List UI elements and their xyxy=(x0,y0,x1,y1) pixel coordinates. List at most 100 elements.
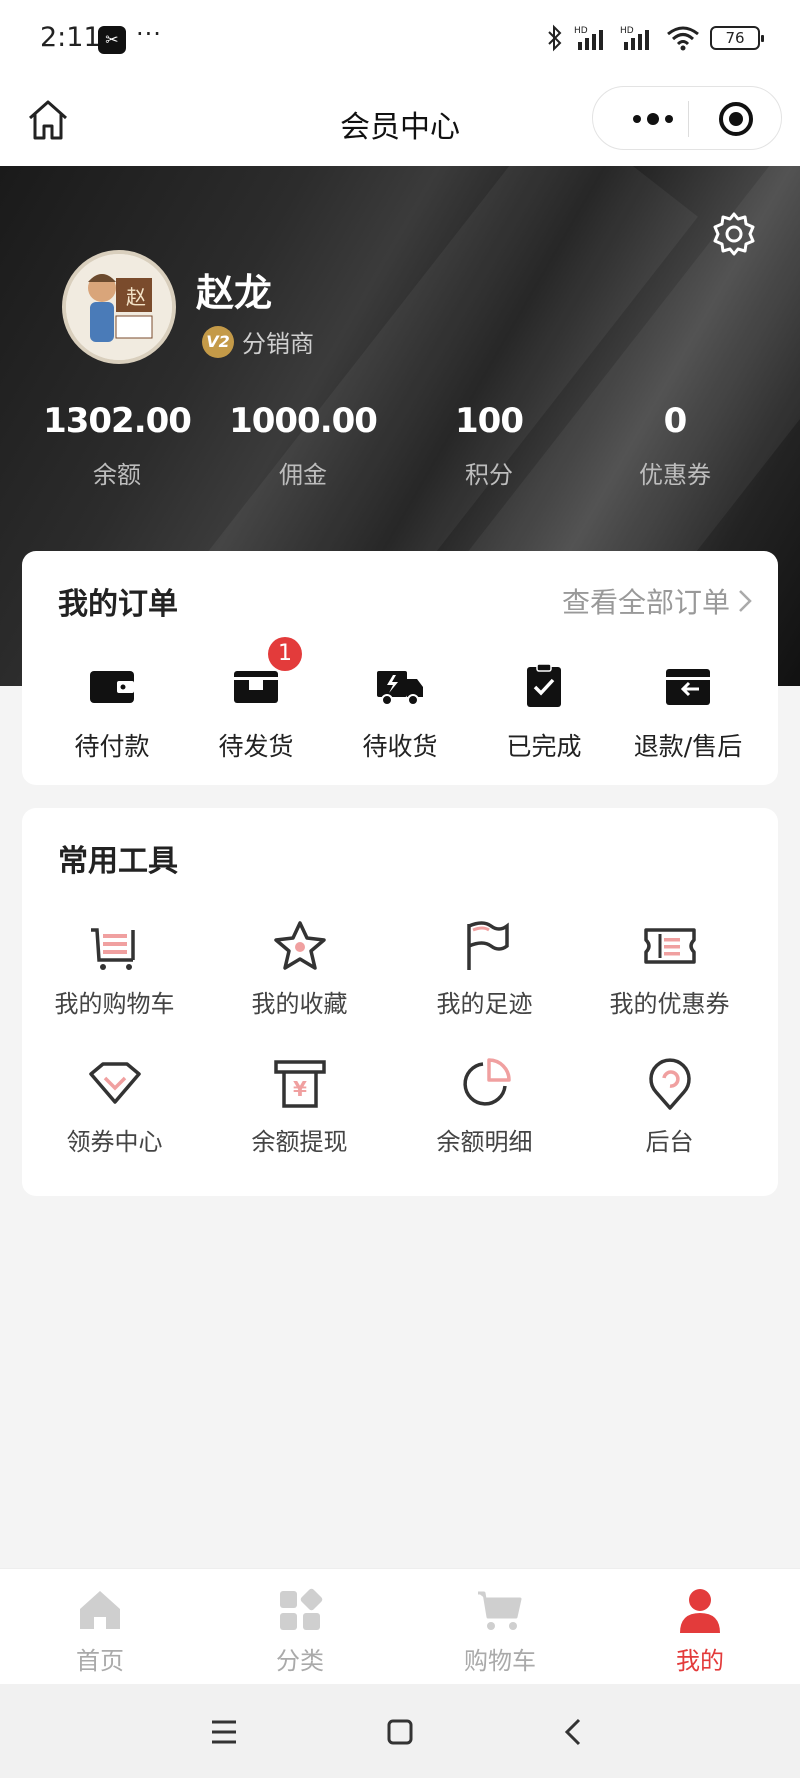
chevron-right-icon xyxy=(739,590,752,612)
status-bar: 2:11 ✂ ··· HD HD 76 xyxy=(0,0,800,80)
stat-points[interactable]: 100 积分 xyxy=(396,401,582,490)
signal-icon-2: HD xyxy=(620,26,649,50)
member-level: V2 分销商 xyxy=(202,324,314,359)
tool-admin[interactable]: 后台 xyxy=(577,1056,762,1194)
stat-value: 0 xyxy=(663,401,688,441)
more-icon[interactable] xyxy=(623,105,683,133)
stat-value: 1000.00 xyxy=(229,401,378,441)
order-refund[interactable]: 退款/售后 xyxy=(616,663,760,763)
stat-label: 优惠券 xyxy=(639,461,711,489)
tool-footprints[interactable]: 我的足迹 xyxy=(392,918,577,1056)
order-label: 待付款 xyxy=(74,732,150,761)
tool-favorites[interactable]: 我的收藏 xyxy=(207,918,392,1056)
flag-icon xyxy=(466,921,509,970)
clipboard-check-icon xyxy=(527,663,561,707)
signal-icon: HD xyxy=(574,26,603,50)
avatar-image: 赵 xyxy=(66,254,172,360)
pie-icon xyxy=(462,1058,511,1106)
tool-coupons[interactable]: 我的优惠券 xyxy=(577,918,762,1056)
avatar-letter: 赵 xyxy=(126,285,146,309)
tab-home[interactable]: 首页 xyxy=(0,1569,200,1684)
tool-label: 余额明细 xyxy=(436,1128,533,1156)
box-icon xyxy=(234,671,278,703)
tab-label: 我的 xyxy=(676,1647,724,1675)
order-completed[interactable]: 已完成 xyxy=(472,663,616,763)
tab-label: 分类 xyxy=(276,1647,324,1675)
wallet-icon xyxy=(90,671,134,703)
tool-label: 领券中心 xyxy=(66,1128,163,1156)
capcut-icon: ✂ xyxy=(98,26,126,54)
order-pending-payment[interactable]: 待付款 xyxy=(40,663,184,763)
tool-label: 我的收藏 xyxy=(251,990,348,1018)
view-all-orders-link[interactable]: 查看全部订单 xyxy=(562,581,752,621)
orders-title: 我的订单 xyxy=(58,587,178,622)
view-all-label: 查看全部订单 xyxy=(561,586,730,619)
wifi-icon xyxy=(667,26,699,51)
tab-category[interactable]: 分类 xyxy=(200,1569,400,1684)
stat-value: 1302.00 xyxy=(43,401,192,441)
home-square-icon[interactable] xyxy=(380,1712,420,1752)
order-label: 退款/售后 xyxy=(633,732,743,761)
tool-label: 我的足迹 xyxy=(436,990,533,1018)
star-icon xyxy=(273,921,326,970)
tab-profile[interactable]: 我的 xyxy=(600,1569,800,1684)
order-pending-receipt[interactable]: 待收货 xyxy=(328,663,472,763)
order-status-row: 待付款 1 待发货 待收货 已完成 退款/售后 xyxy=(22,637,778,763)
stat-label: 佣金 xyxy=(279,461,327,489)
stat-value: 100 xyxy=(455,401,524,441)
home-icon xyxy=(80,1591,120,1629)
order-pending-shipment[interactable]: 1 待发货 xyxy=(184,637,328,763)
status-time: 2:11 xyxy=(40,22,101,53)
battery-icon: 76 xyxy=(710,26,764,50)
diamond-icon xyxy=(88,1062,141,1104)
user-name: 赵龙 xyxy=(196,271,273,315)
tool-cart[interactable]: 我的购物车 xyxy=(22,918,207,1056)
svg-text:HD: HD xyxy=(574,26,588,36)
tab-label: 购物车 xyxy=(464,1647,536,1675)
cart-icon xyxy=(90,928,135,970)
category-icon xyxy=(280,1588,323,1630)
tab-label: 首页 xyxy=(76,1647,124,1675)
orders-card: 我的订单 查看全部订单 待付款 1 待发货 待收货 已完成 退款/售后 xyxy=(22,551,778,785)
capsule-divider xyxy=(688,101,689,137)
atm-icon: ¥ xyxy=(273,1060,326,1108)
tool-label: 我的优惠券 xyxy=(609,990,730,1018)
member-role: 分销商 xyxy=(242,330,314,358)
back-icon[interactable] xyxy=(554,1712,594,1752)
target-icon[interactable] xyxy=(717,100,755,138)
user-icon xyxy=(680,1589,720,1633)
stat-label: 积分 xyxy=(465,461,513,489)
stat-commission[interactable]: 1000.00 佣金 xyxy=(210,401,396,490)
order-label: 已完成 xyxy=(506,732,582,761)
tab-cart[interactable]: 购物车 xyxy=(400,1569,600,1684)
svg-text:HD: HD xyxy=(620,26,634,36)
order-label: 待收货 xyxy=(362,732,438,761)
stat-label: 余额 xyxy=(93,461,141,489)
tool-label: 后台 xyxy=(645,1128,694,1156)
order-label: 待发货 xyxy=(218,732,294,761)
stat-balance[interactable]: 1302.00 余额 xyxy=(24,401,210,490)
system-nav-bar xyxy=(0,1684,800,1778)
tool-coupon-center[interactable]: 领券中心 xyxy=(22,1056,207,1194)
tool-withdraw[interactable]: ¥ 余额提现 xyxy=(207,1056,392,1194)
nav-bar: 会员中心 xyxy=(0,80,800,166)
order-count-badge: 1 xyxy=(268,637,302,671)
tool-label: 余额提现 xyxy=(251,1128,348,1156)
mini-program-capsule xyxy=(592,86,782,150)
tool-balance-detail[interactable]: 余额明细 xyxy=(392,1056,577,1194)
bluetooth-icon xyxy=(548,24,562,52)
status-more: ··· xyxy=(136,20,162,48)
avatar[interactable]: 赵 xyxy=(62,250,176,364)
ticket-icon xyxy=(643,928,696,964)
bottom-tab-bar: 首页 分类 购物车 我的 xyxy=(0,1568,800,1684)
truck-icon xyxy=(377,671,423,706)
tools-grid: 我的购物车 我的收藏 我的足迹 我的优惠券 领券中心 ¥ 余额提现 余额明细 后 xyxy=(22,918,778,1194)
gear-icon[interactable] xyxy=(710,210,758,258)
menu-icon[interactable] xyxy=(204,1712,244,1752)
location-icon xyxy=(648,1058,691,1110)
tools-title: 常用工具 xyxy=(58,844,178,879)
refund-icon xyxy=(666,669,710,705)
cart-icon xyxy=(478,1591,522,1630)
stat-coupons[interactable]: 0 优惠券 xyxy=(582,401,768,490)
svg-text:¥: ¥ xyxy=(293,1077,307,1101)
